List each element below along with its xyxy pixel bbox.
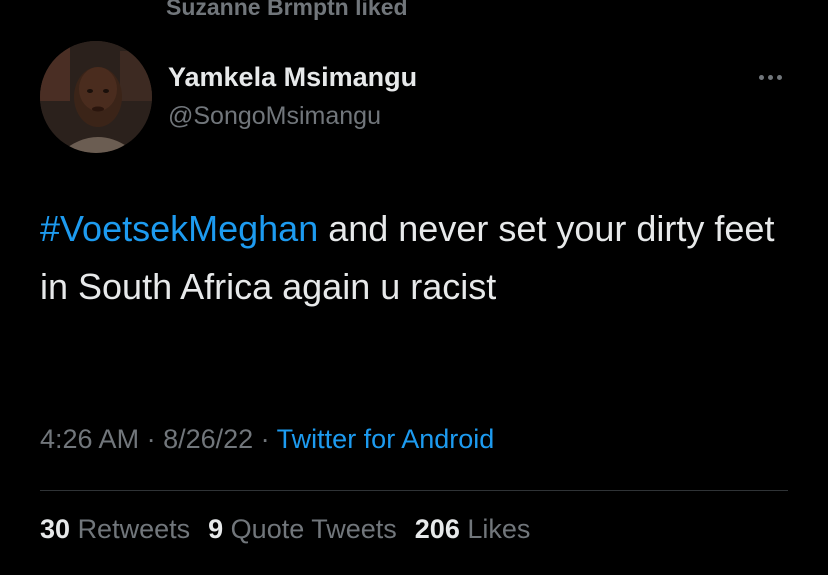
tweet-meta: 4:26 AM · 8/26/22 · Twitter for Android: [40, 424, 494, 455]
tweet-stats: 30 Retweets 9 Quote Tweets 206 Likes: [40, 514, 530, 545]
retweets-count: 30: [40, 514, 71, 544]
more-options-button[interactable]: [750, 62, 790, 92]
tweet-time[interactable]: 4:26 AM: [40, 424, 139, 454]
author-handle[interactable]: @SongoMsimangu: [168, 102, 381, 131]
likes-count: 206: [414, 514, 460, 544]
meta-separator: ·: [253, 424, 277, 454]
quotes-count: 9: [208, 514, 224, 544]
retweets-stat[interactable]: 30 Retweets: [40, 514, 190, 545]
heart-icon: [116, 0, 138, 2]
likes-stat[interactable]: 206 Likes: [415, 514, 531, 545]
tweet-date[interactable]: 8/26/22: [163, 424, 253, 454]
avatar[interactable]: [40, 41, 152, 153]
meta-separator: ·: [139, 424, 164, 454]
more-icon-dot: [767, 74, 773, 80]
hashtag-link[interactable]: #VoetsekMeghan: [40, 208, 318, 249]
quotes-stat[interactable]: 9 Quote Tweets: [208, 514, 397, 545]
author-name[interactable]: Yamkela Msimangu: [168, 62, 417, 93]
tweet-source[interactable]: Twitter for Android: [277, 424, 495, 454]
divider: [40, 490, 788, 491]
social-context-text[interactable]: Suzanne Brmptn liked: [166, 0, 408, 21]
more-icon-dot: [758, 74, 764, 80]
retweets-label: Retweets: [77, 514, 191, 544]
quotes-label: Quote Tweets: [230, 514, 397, 544]
tweet-text: #VoetsekMeghan and never set your dirty …: [40, 200, 800, 316]
more-icon-dot: [776, 74, 782, 80]
likes-label: Likes: [467, 514, 531, 544]
